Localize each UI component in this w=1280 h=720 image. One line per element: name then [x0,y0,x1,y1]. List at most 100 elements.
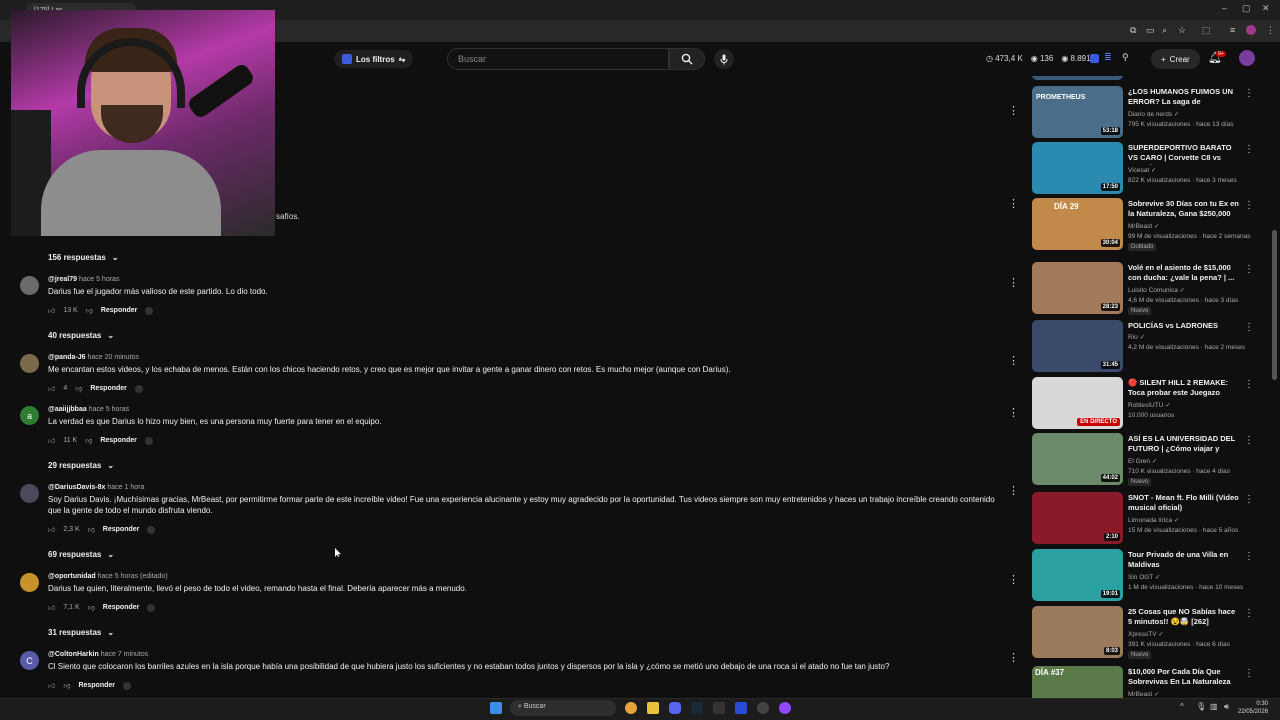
search-input[interactable]: Buscar [447,48,669,70]
recommended-video[interactable]: 44:02 ASÍ ES LA UNIVERSIDAD DEL FUTURO |… [1030,433,1266,487]
video-menu-icon[interactable]: ⋮ [1244,264,1254,275]
video-title[interactable]: SUPERDEPORTIVO BARATO VS CARO | Corvette… [1128,143,1240,165]
cast-icon[interactable]: ▭ [1146,25,1155,36]
zoom-icon[interactable]: ⌕ [1162,25,1167,36]
replies-toggle[interactable]: 156 respuestas ⌄ [48,253,119,262]
dislike-icon[interactable]: 👎︎ [88,525,95,534]
replies-toggle[interactable]: 69 respuestas ⌄ [48,550,114,559]
comment-menu-icon[interactable]: ⋮ [1008,354,1019,367]
commenter-avatar[interactable] [20,354,39,373]
discord-icon[interactable] [669,702,681,714]
channel-name[interactable]: Luisito Comunica ✓ [1128,286,1185,294]
like-icon[interactable]: 👍︎ [48,436,55,445]
recommended-video[interactable]: 31:45 POLICÍAS vs LADRONES Rio ✓ 4,2 M d… [1030,320,1266,374]
like-icon[interactable]: 👍︎ [48,525,55,534]
close-icon[interactable]: ✕ [1262,3,1270,14]
maximize-icon[interactable]: ▢ [1242,3,1251,14]
channel-name[interactable]: XpressTV ✓ [1128,630,1164,638]
reply-button[interactable]: Responder [90,385,127,392]
search-button[interactable] [669,48,705,70]
app-icon[interactable] [757,702,769,714]
tray-volume-icon[interactable]: 🔊︎ [1224,702,1229,712]
video-thumbnail[interactable]: DÍA 29 30:04 [1032,198,1123,250]
recommended-video[interactable]: 17:50 SUPERDEPORTIVO BARATO VS CARO | Co… [1030,142,1266,196]
channel-name[interactable]: MrBeast ✓ [1128,690,1159,698]
video-menu-icon[interactable]: ⋮ [1244,494,1254,505]
extensions-icon[interactable]: ⬚ [1202,25,1211,36]
recommended-video[interactable]: PROMETHEUS 53:18 ¿LOS HUMANOS FUIMOS UN … [1030,86,1266,140]
video-thumbnail[interactable]: 31:45 [1032,320,1123,372]
video-thumbnail[interactable]: DÍA #37 [1032,666,1123,698]
like-icon[interactable]: 👍︎ [48,384,55,393]
comment-menu-icon[interactable]: ⋮ [1008,484,1019,497]
video-thumbnail[interactable]: 2:10 [1032,492,1123,544]
video-thumbnail[interactable]: 8:03 [1032,606,1123,658]
file-explorer-icon[interactable] [647,702,659,714]
replies-toggle[interactable]: 40 respuestas ⌄ [48,331,114,340]
like-icon[interactable]: 👍︎ [48,681,55,690]
steam-icon[interactable] [691,702,703,714]
video-title[interactable]: ASÍ ES LA UNIVERSIDAD DEL FUTURO | ¿Cómo… [1128,434,1240,456]
tray-chevron-icon[interactable]: ^ [1180,702,1184,711]
list-icon[interactable]: ≣ [1104,52,1112,63]
channel-name[interactable]: MrBeast ✓ [1128,222,1159,230]
dislike-icon[interactable]: 👎︎ [75,384,82,393]
video-thumbnail[interactable]: 19:01 [1032,549,1123,601]
tray-mic-icon[interactable]: 🎙︎ [1196,702,1206,711]
video-title[interactable]: Volé en el asiento de $15,000 con ducha:… [1128,263,1240,283]
channel-name[interactable]: Diario de nerds ✓ [1128,110,1179,118]
comment-menu-icon[interactable]: ⋮ [1008,197,1019,210]
video-title[interactable]: ¿LOS HUMANOS FUIMOS UN ERROR? La saga de… [1128,87,1240,109]
video-title[interactable]: SNOT - Mean ft. Flo Milli (Video musical… [1128,493,1240,513]
video-title[interactable]: 🔴 SILENT HILL 2 REMAKE: Toca probar este… [1128,378,1240,398]
obs-icon[interactable] [713,702,725,714]
recommended-video[interactable]: DÍA 29 30:04 Sobrevive 30 Días con tu Ex… [1030,198,1266,252]
profile-avatar[interactable] [1246,25,1256,35]
recommended-video[interactable]: 19:01 Tour Privado de una Villa en Maldi… [1030,549,1266,603]
browser-menu-icon[interactable]: ⋮ [1266,25,1275,36]
video-menu-icon[interactable]: ⋮ [1244,608,1254,619]
video-thumbnail[interactable]: EN DIRECTO [1032,377,1123,429]
video-menu-icon[interactable]: ⋮ [1244,88,1254,99]
commenter-avatar[interactable]: a [20,406,39,425]
video-menu-icon[interactable]: ⋮ [1244,200,1254,211]
commenter-avatar[interactable] [20,573,39,592]
taskbar-clock[interactable]: 0:30 22/05/2026 [1238,700,1268,716]
video-title[interactable]: Sobrevive 30 Días con tu Ex en la Natura… [1128,199,1240,219]
video-menu-icon[interactable]: ⋮ [1244,144,1254,155]
video-menu-icon[interactable]: ⋮ [1244,322,1254,333]
video-title[interactable]: $10,000 Por Cada Día Que Sobrevivas En L… [1128,667,1240,687]
translate-icon[interactable]: ⧉ [1130,25,1136,36]
video-thumbnail-partial[interactable] [1032,76,1123,80]
like-icon[interactable]: 👍︎ [48,306,55,315]
recommended-video[interactable]: 28:23 Volé en el asiento de $15,000 con … [1030,262,1266,316]
recommended-video[interactable]: DÍA #37 $10,000 Por Cada Día Que Sobrevi… [1030,666,1266,698]
comment-menu-icon[interactable]: ⋮ [1008,104,1019,117]
taskbar-search[interactable]: ⌕ Buscar [510,700,616,716]
account-avatar[interactable] [1239,50,1255,66]
twitch-icon[interactable] [779,702,791,714]
channel-name[interactable]: RoblesIUTU ✓ [1128,401,1171,409]
dislike-icon[interactable]: 👎︎ [85,436,92,445]
page-scrollbar[interactable] [1272,230,1277,380]
video-thumbnail[interactable]: 28:23 [1032,262,1123,314]
pin-icon[interactable]: ⚲ [1122,52,1129,63]
channel-name[interactable]: El Gren ✓ [1128,457,1157,465]
filter-button[interactable]: Los filtros ⇋ [334,50,414,68]
vscode-icon[interactable] [735,702,747,714]
video-thumbnail[interactable]: 44:02 [1032,433,1123,485]
recommended-video[interactable]: EN DIRECTO 🔴 SILENT HILL 2 REMAKE: Toca … [1030,377,1266,431]
reply-button[interactable]: Responder [101,307,138,314]
voice-search-button[interactable] [714,49,734,69]
video-title[interactable]: POLICÍAS vs LADRONES [1128,321,1240,331]
replies-toggle[interactable]: 31 respuestas ⌄ [48,628,114,637]
reply-button[interactable]: Responder [100,437,137,444]
channel-name[interactable]: Limonada lírica ✓ [1128,516,1179,524]
create-button[interactable]: + Crear [1151,49,1200,69]
dislike-icon[interactable]: 👎︎ [63,681,70,690]
comment-menu-icon[interactable]: ⋮ [1008,573,1019,586]
like-icon[interactable]: 👍︎ [48,603,55,612]
channel-name[interactable]: Sin OGT ✓ [1128,573,1160,581]
video-menu-icon[interactable]: ⋮ [1244,668,1254,679]
video-thumbnail[interactable]: PROMETHEUS 53:18 [1032,86,1123,138]
